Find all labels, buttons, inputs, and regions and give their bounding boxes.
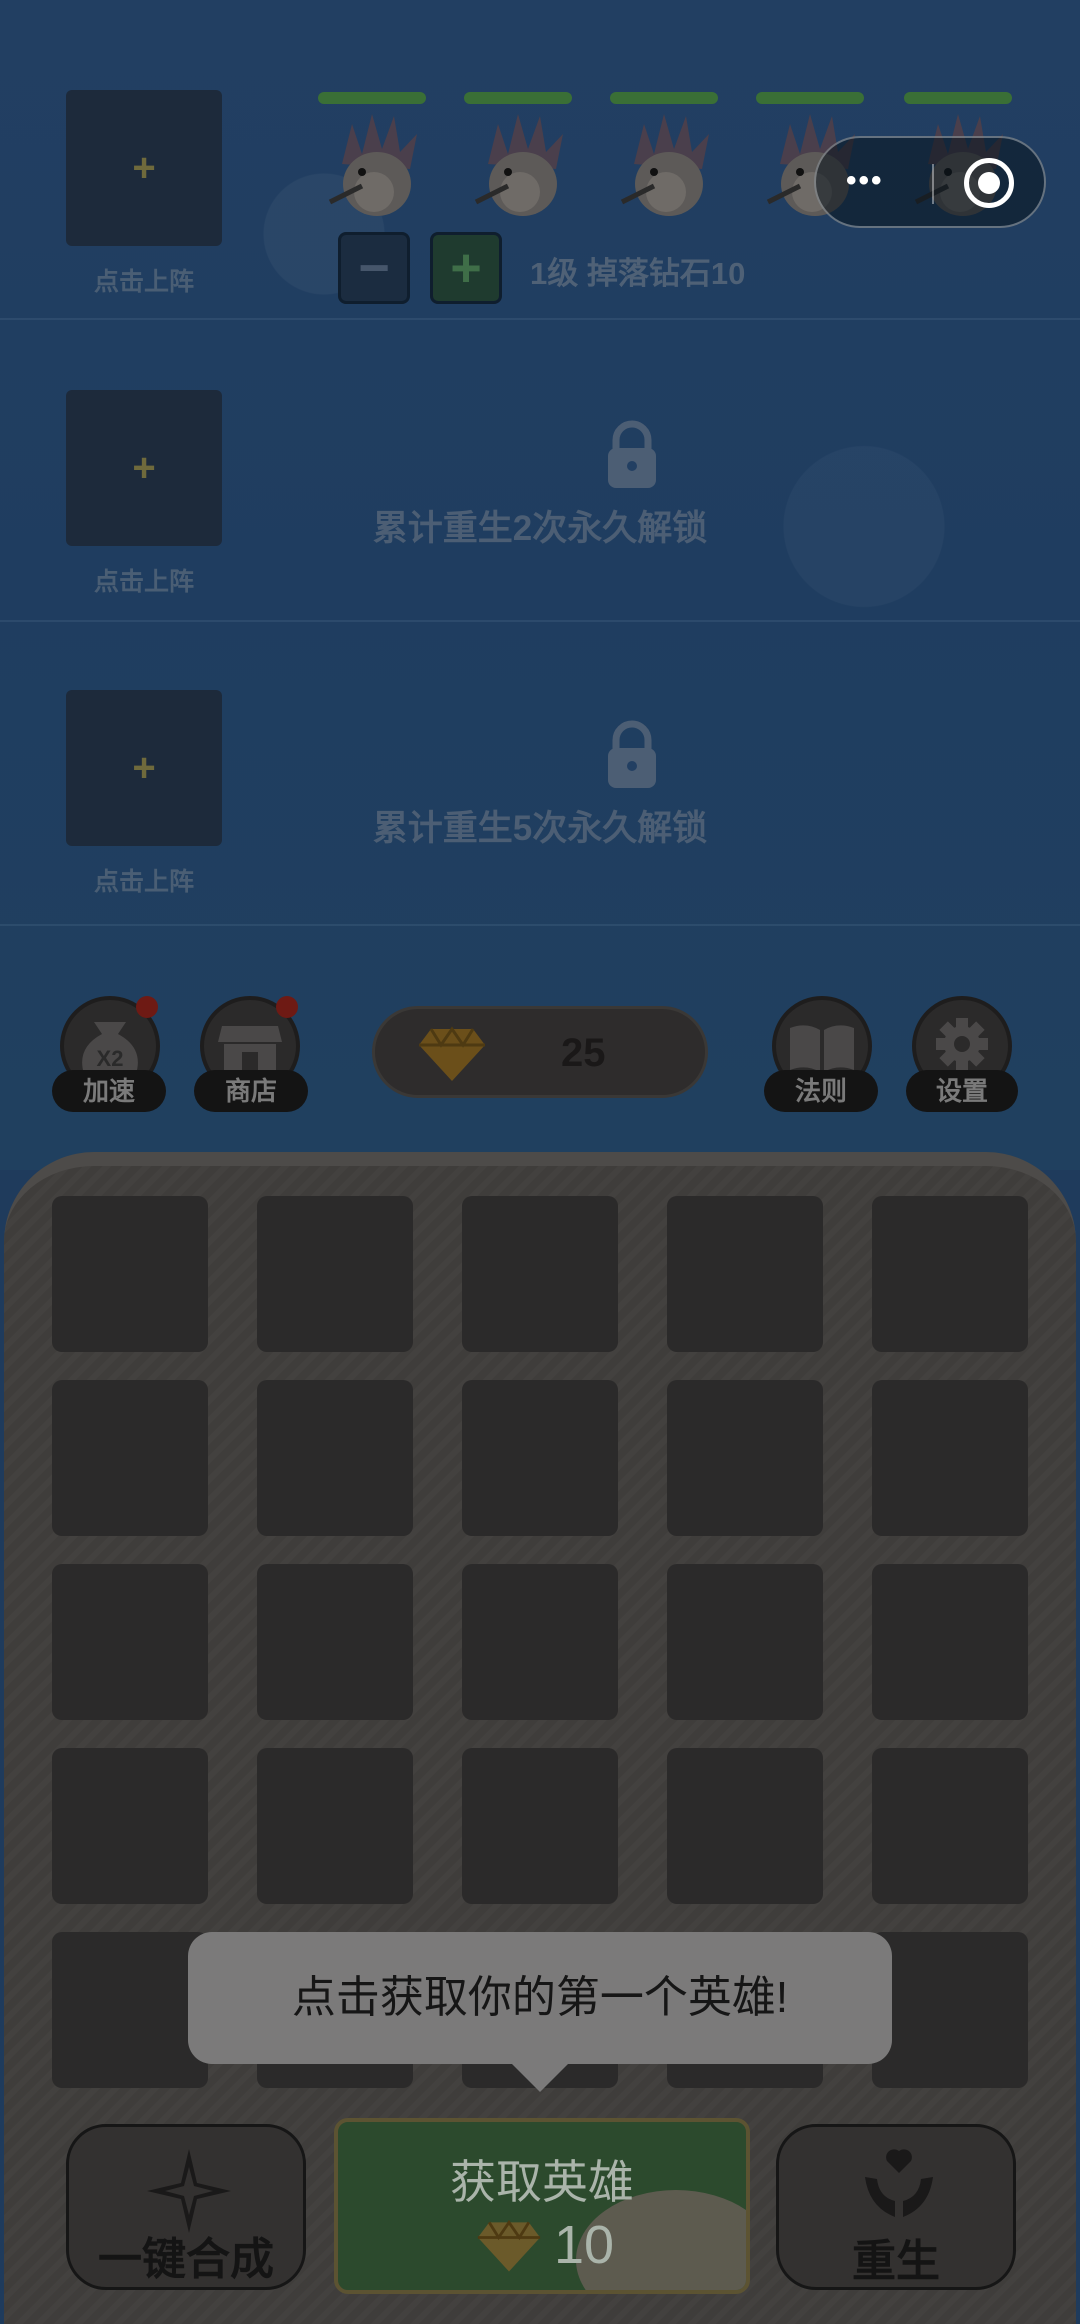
bag-cell[interactable] <box>667 1196 823 1352</box>
hedgehog-enemy-icon <box>620 114 709 216</box>
lock-icon <box>608 420 656 488</box>
bag-cell[interactable] <box>52 1748 208 1904</box>
tutorial-tooltip: 点击获取你的第一个英雄! <box>188 1932 892 2064</box>
level-decrease-button[interactable]: − <box>338 232 410 304</box>
bag-cell[interactable] <box>257 1196 413 1352</box>
unlock-requirement-text: 累计重生2次永久解锁 <box>372 509 708 548</box>
unlock-requirement-text: 累计重生5次永久解锁 <box>372 809 708 848</box>
rebirth-label: 重生 <box>852 2237 940 2286</box>
lane-divider <box>0 924 1080 926</box>
enemy-hp-bar <box>610 92 718 104</box>
bag-cell[interactable] <box>462 1748 618 1904</box>
bag-cell[interactable] <box>257 1564 413 1720</box>
bag-cell[interactable] <box>872 1748 1028 1904</box>
get-hero-button[interactable]: 获取英雄 10 <box>334 2118 750 2294</box>
hero-slot-1[interactable]: + <box>66 90 222 246</box>
enemy-hp-bar <box>318 92 426 104</box>
bag-cell[interactable] <box>462 1196 618 1352</box>
bag-cell[interactable] <box>667 1564 823 1720</box>
lane-divider <box>0 318 1080 320</box>
slot-label: 点击上阵 <box>93 868 194 896</box>
bag-cell[interactable] <box>462 1380 618 1536</box>
bag-cell[interactable] <box>872 1380 1028 1536</box>
gem-count: 25 <box>561 1031 606 1075</box>
gem-counter: 25 <box>372 1006 708 1098</box>
add-icon: + <box>132 445 156 490</box>
auto-merge-button[interactable]: 一键合成 <box>66 2124 306 2290</box>
add-icon: + <box>132 145 156 190</box>
enemy-hp-bar <box>464 92 572 104</box>
mini-program-capsule: ••• <box>814 136 1046 228</box>
rebirth-button[interactable]: 重生 <box>776 2124 1016 2290</box>
bag-cell[interactable] <box>872 1564 1028 1720</box>
notification-dot <box>136 996 158 1018</box>
svg-text:X2: X2 <box>97 1046 124 1071</box>
auto-merge-label: 一键合成 <box>98 2235 274 2284</box>
slot-label: 点击上阵 <box>93 268 194 296</box>
bag-cell[interactable] <box>257 1380 413 1536</box>
diamond-icon <box>477 2219 541 2272</box>
bag-cell[interactable] <box>52 1564 208 1720</box>
bag-cell[interactable] <box>462 1564 618 1720</box>
hedgehog-enemy-icon <box>328 114 417 216</box>
close-target-icon[interactable] <box>964 158 1014 208</box>
get-hero-label: 获取英雄 <box>450 2156 634 2208</box>
bag-cell[interactable] <box>667 1748 823 1904</box>
heart-hands-icon <box>865 2149 933 2217</box>
rules-label: 法则 <box>764 1070 878 1112</box>
enemy-hp-bar <box>904 92 1012 104</box>
level-increase-button[interactable]: + <box>430 232 502 304</box>
level-drop-text: 1级 掉落钻石10 <box>530 256 746 291</box>
more-dots-icon[interactable]: ••• <box>846 164 884 198</box>
speed-label: 加速 <box>52 1070 166 1112</box>
shop-label: 商店 <box>194 1070 308 1112</box>
add-icon: + <box>132 745 156 790</box>
bag-cell[interactable] <box>872 1196 1028 1352</box>
bag-cell[interactable] <box>52 1932 208 2088</box>
tooltip-arrow <box>510 2062 570 2092</box>
lane-divider <box>0 620 1080 622</box>
notification-dot <box>276 996 298 1018</box>
bag-cell[interactable] <box>52 1196 208 1352</box>
bag-cell[interactable] <box>872 1932 1028 2088</box>
hedgehog-enemy-icon <box>474 114 563 216</box>
lock-icon <box>608 720 656 788</box>
enemy-hp-bar <box>756 92 864 104</box>
bag-cell[interactable] <box>52 1380 208 1536</box>
get-hero-price: 10 <box>554 2215 615 2275</box>
capsule-divider <box>932 164 934 204</box>
slot-label: 点击上阵 <box>93 568 194 596</box>
bag-cell[interactable] <box>257 1748 413 1904</box>
settings-label: 设置 <box>906 1070 1018 1112</box>
diamond-icon <box>419 1026 485 1081</box>
bag-cell[interactable] <box>667 1380 823 1536</box>
